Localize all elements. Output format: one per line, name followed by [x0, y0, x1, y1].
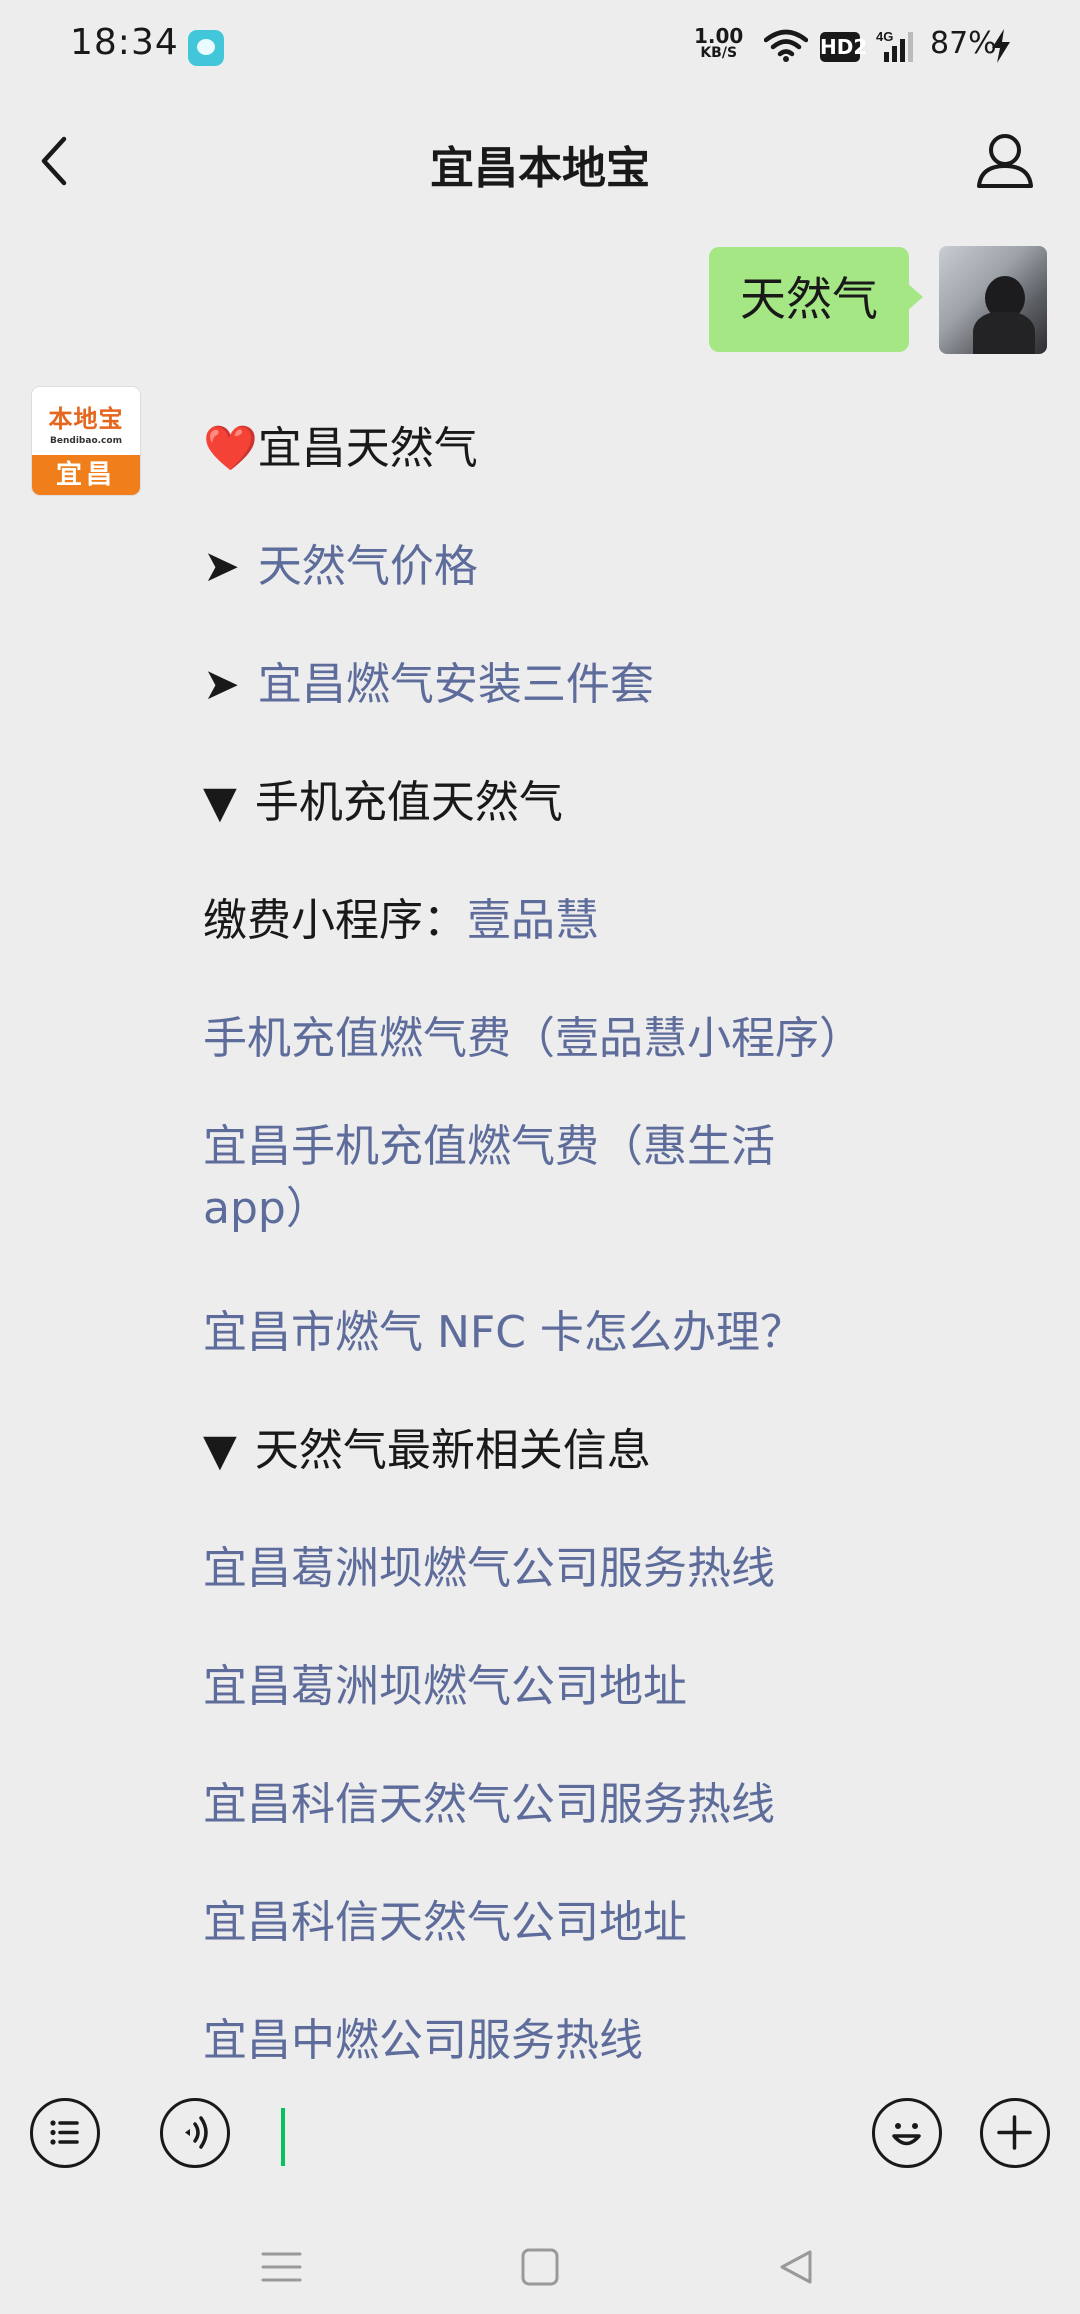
- link-kexin-hotline[interactable]: 宜昌科信天然气公司服务热线: [203, 1768, 775, 1832]
- link-recharge-yipinhui[interactable]: 手机充值燃气费（壹品慧小程序）: [203, 1002, 863, 1066]
- list-item: 缴费小程序：壹品慧: [203, 884, 599, 948]
- person-icon[interactable]: [975, 132, 1035, 194]
- battery-level: 87%: [930, 26, 997, 61]
- bot-avatar-url: Bendibao.com: [50, 436, 122, 446]
- bot-avatar[interactable]: 本地宝 Bendibao.com 宜昌: [32, 387, 140, 495]
- menu-list-icon[interactable]: [30, 2098, 100, 2168]
- wifi-icon: [763, 28, 809, 66]
- plus-icon[interactable]: [980, 2098, 1050, 2168]
- arrow-icon: ➤: [203, 659, 240, 710]
- voice-icon[interactable]: [160, 2098, 230, 2168]
- link-gas-price[interactable]: 天然气价格: [258, 541, 478, 592]
- svg-text:4G: 4G: [876, 29, 893, 44]
- recents-icon: [261, 2252, 302, 2282]
- heading-mobile-recharge: 手机充值天然气: [254, 777, 563, 828]
- signal-icon: 4G: [876, 28, 922, 68]
- link-zhongran-hotline[interactable]: 宜昌中燃公司服务热线: [203, 2004, 643, 2068]
- status-time: 18:34: [70, 22, 179, 63]
- list-item[interactable]: ➤ 天然气价格: [203, 530, 478, 594]
- bot-avatar-city: 宜昌: [32, 455, 140, 495]
- message-input[interactable]: [281, 2108, 285, 2166]
- link-gezhouba-hotline[interactable]: 宜昌葛洲坝燃气公司服务热线: [203, 1532, 775, 1596]
- network-speed: 1.00 KB/S: [694, 26, 743, 60]
- arrow-icon: ➤: [203, 541, 240, 592]
- user-avatar[interactable]: [939, 246, 1047, 354]
- triangle-down-icon: ▼: [203, 1425, 237, 1476]
- message-title-text: 宜昌天然气: [257, 423, 478, 474]
- link-gezhouba-address[interactable]: 宜昌葛洲坝燃气公司地址: [203, 1650, 687, 1714]
- heart-icon: ❤️: [203, 423, 258, 474]
- link-yipinhui[interactable]: 壹品慧: [467, 895, 599, 946]
- message-title: ❤️宜昌天然气: [203, 412, 478, 476]
- charging-icon: [990, 28, 1012, 68]
- hd-voice-icon: HD2: [820, 32, 867, 62]
- mini-program-label: 缴费小程序：: [203, 895, 467, 946]
- link-kexin-address[interactable]: 宜昌科信天然气公司地址: [203, 1886, 687, 1950]
- section-heading: ▼ 手机充值天然气: [203, 766, 563, 830]
- emoji-icon[interactable]: [872, 2098, 942, 2168]
- link-nfc-card[interactable]: 宜昌市燃气 NFC 卡怎么办理？: [203, 1296, 804, 1360]
- bot-avatar-top: 本地宝 Bendibao.com: [32, 387, 140, 455]
- system-nav-bar: [0, 2230, 1080, 2310]
- back-nav-icon: [780, 2250, 812, 2284]
- link-installation-set[interactable]: 宜昌燃气安装三件套: [258, 659, 654, 710]
- section-heading: ▼ 天然气最新相关信息: [203, 1414, 651, 1478]
- net-speed-unit: KB/S: [700, 45, 738, 61]
- user-message-bubble[interactable]: 天然气: [709, 247, 923, 352]
- heading-latest-info: 天然气最新相关信息: [254, 1425, 651, 1476]
- home-icon: [521, 2248, 559, 2286]
- triangle-down-icon: ▼: [203, 777, 237, 828]
- list-item[interactable]: ➤ 宜昌燃气安装三件套: [203, 648, 654, 712]
- page-title: 宜昌本地宝: [430, 143, 650, 194]
- link-recharge-huishenghuo[interactable]: 宜昌手机充值燃气费（惠生活app）: [203, 1116, 843, 1240]
- notification-app-icon: [188, 30, 224, 66]
- net-speed-value: 1.00: [694, 24, 744, 48]
- bot-avatar-brand: 本地宝: [48, 405, 124, 433]
